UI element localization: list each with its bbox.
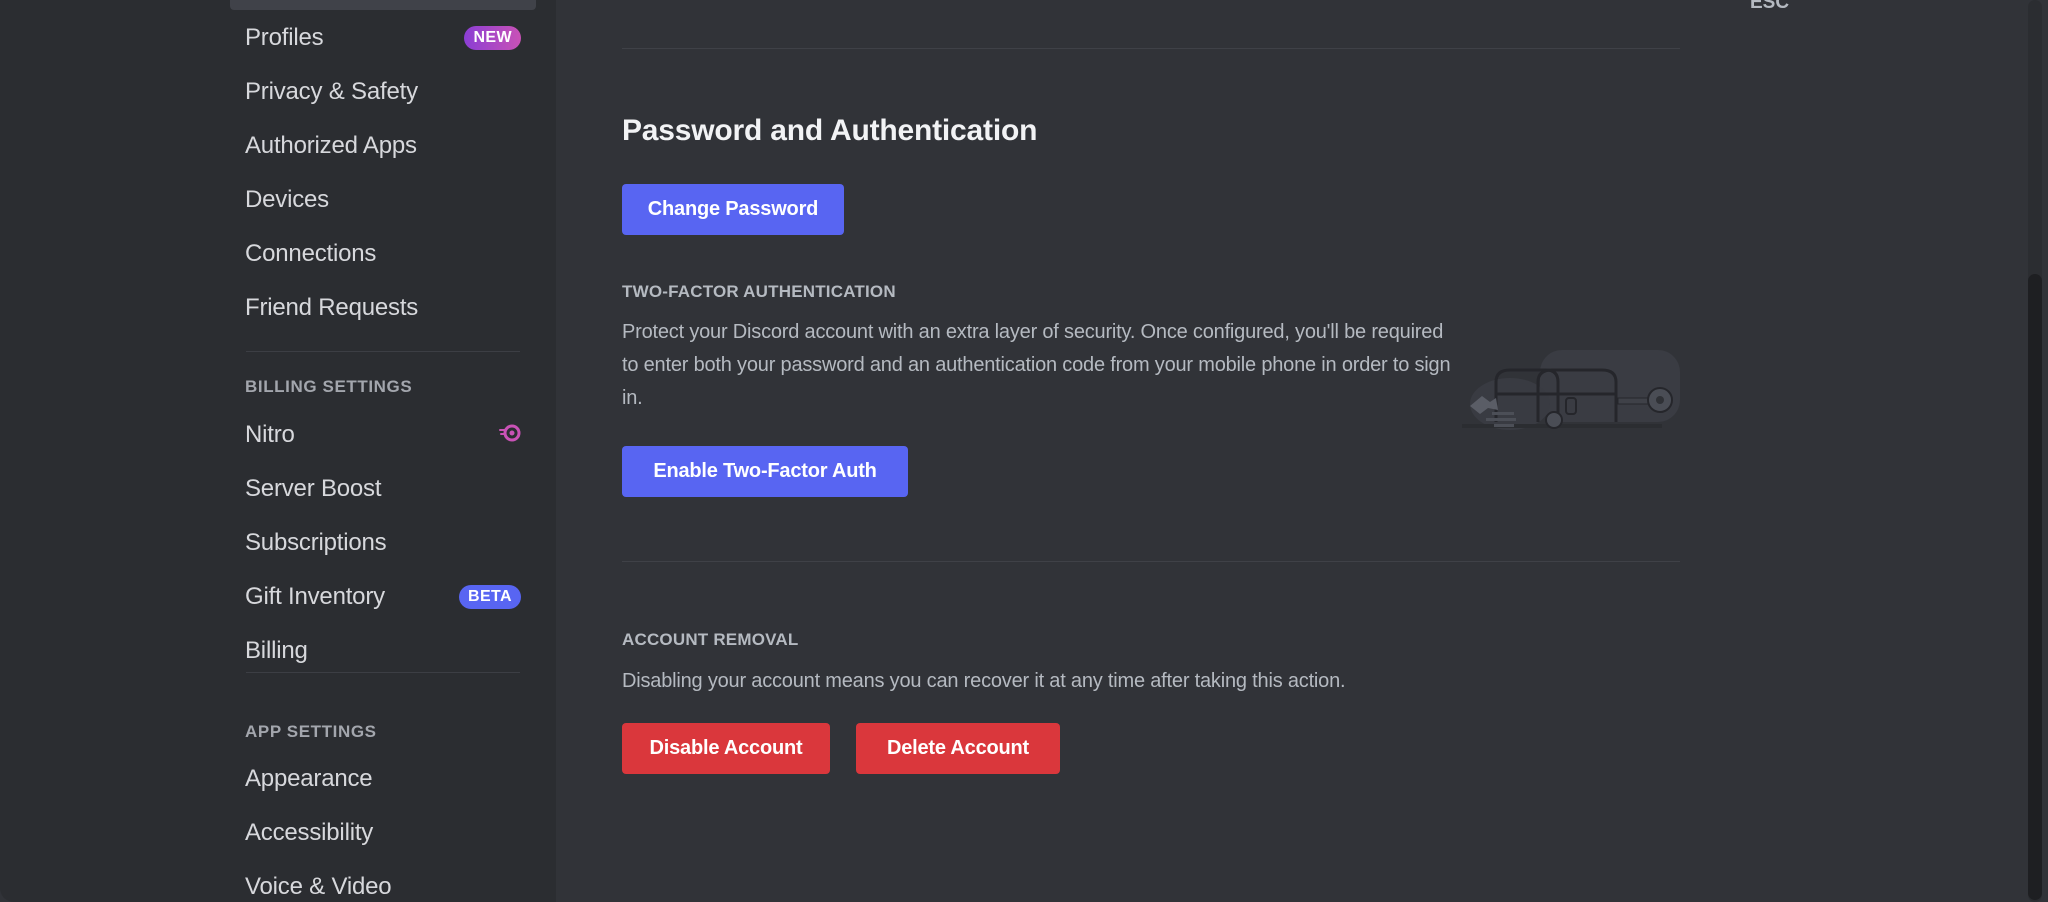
sidebar-item-nitro[interactable]: Nitro — [230, 413, 536, 457]
sidebar-item-label: Server Boost — [245, 475, 382, 502]
close-esc-hint[interactable]: ESC — [1750, 0, 1789, 14]
treasure-chest-key-illustration — [1452, 342, 1682, 442]
sidebar-item-label: Devices — [245, 186, 329, 213]
sidebar-item-label: Voice & Video — [245, 873, 392, 900]
sidebar-item-label: Profiles — [245, 24, 324, 51]
sidebar-item-label: Gift Inventory — [245, 583, 385, 610]
settings-content: Password and Authentication Change Passw… — [556, 0, 2048, 902]
sidebar-item-gift-inventory[interactable]: Gift Inventory BETA — [230, 575, 536, 619]
sidebar-item-label: Accessibility — [245, 819, 374, 846]
settings-window: Profiles NEW Privacy & Safety Authorized… — [0, 0, 2048, 902]
enable-two-factor-button[interactable]: Enable Two-Factor Auth — [622, 446, 908, 497]
two-factor-description: Protect your Discord account with an ext… — [622, 321, 1451, 409]
app-settings-header: APP SETTINGS — [245, 722, 377, 741]
sidebar-divider — [246, 351, 520, 352]
section-divider — [622, 561, 1680, 562]
settings-sidebar: Profiles NEW Privacy & Safety Authorized… — [0, 0, 556, 902]
sidebar-item-privacy-safety[interactable]: Privacy & Safety — [230, 70, 536, 114]
sidebar-item-label: Authorized Apps — [245, 132, 417, 159]
section-divider — [622, 48, 1680, 49]
sidebar-item-profiles[interactable]: Profiles NEW — [230, 16, 536, 60]
sidebar-item-accessibility[interactable]: Accessibility — [230, 811, 536, 855]
sidebar-item-label: Nitro — [245, 421, 295, 448]
sidebar-item-friend-requests[interactable]: Friend Requests — [230, 286, 536, 330]
delete-account-button[interactable]: Delete Account — [856, 723, 1060, 774]
sidebar-item-authorized-apps[interactable]: Authorized Apps — [230, 124, 536, 168]
sidebar-item-label: Subscriptions — [245, 529, 387, 556]
billing-settings-header: BILLING SETTINGS — [245, 377, 413, 396]
nitro-icon — [499, 421, 521, 449]
sidebar-item-subscriptions[interactable]: Subscriptions — [230, 521, 536, 565]
scrollbar-thumb[interactable] — [2028, 274, 2042, 900]
sidebar-item-appearance[interactable]: Appearance — [230, 757, 536, 801]
sidebar-item-label: Privacy & Safety — [245, 78, 418, 105]
password-auth-title: Password and Authentication — [622, 114, 1038, 147]
sidebar-item-label: Friend Requests — [245, 294, 419, 321]
account-removal-header: ACCOUNT REMOVAL — [622, 630, 799, 649]
sidebar-item-connections[interactable]: Connections — [230, 232, 536, 276]
sidebar-item-server-boost[interactable]: Server Boost — [230, 467, 536, 511]
disable-account-button[interactable]: Disable Account — [622, 723, 830, 774]
two-factor-header: TWO-FACTOR AUTHENTICATION — [622, 282, 896, 301]
sidebar-item-label: Appearance — [245, 765, 373, 792]
sidebar-item-devices[interactable]: Devices — [230, 178, 536, 222]
change-password-button[interactable]: Change Password — [622, 184, 844, 235]
sidebar-item-voice-video[interactable]: Voice & Video — [230, 865, 536, 902]
sidebar-item-label: Billing — [245, 637, 308, 664]
new-badge: NEW — [464, 26, 521, 50]
sidebar-item-billing[interactable]: Billing — [230, 629, 536, 673]
sidebar-divider — [246, 672, 520, 673]
sidebar-item-selected[interactable] — [230, 0, 536, 10]
account-removal-description: Disabling your account means you can rec… — [622, 670, 1346, 692]
beta-badge: BETA — [459, 585, 521, 609]
sidebar-item-label: Connections — [245, 240, 377, 267]
